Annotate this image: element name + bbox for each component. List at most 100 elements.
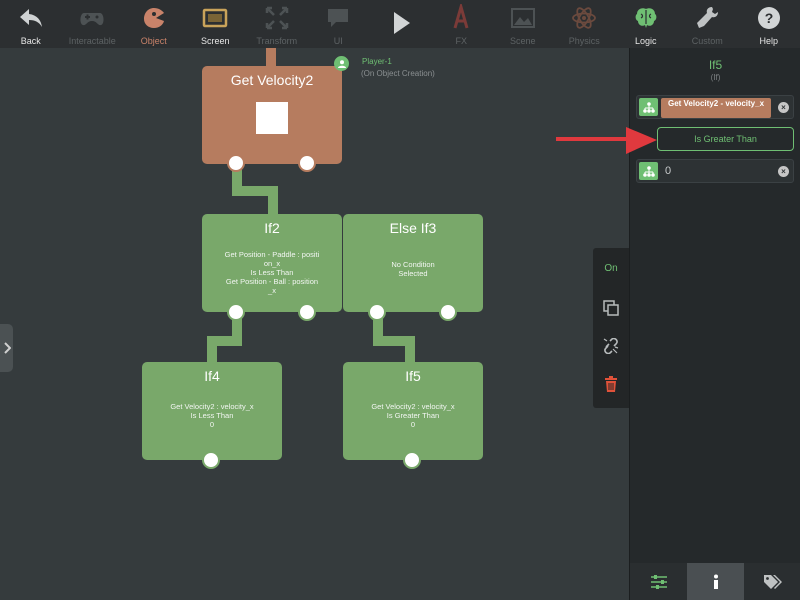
toolbar-help-button[interactable]: ? Help xyxy=(738,0,800,48)
toolbar-physics-button[interactable]: Physics xyxy=(554,0,616,48)
toolbar-screen-label: Screen xyxy=(200,36,230,46)
annotation-arrow xyxy=(556,127,657,154)
logic-canvas[interactable]: Get Velocity2 Player-1 (On Object Creati… xyxy=(0,48,630,600)
info-icon xyxy=(713,574,718,589)
toolbar-back-label: Back xyxy=(20,36,41,46)
toolbar-fx-label: FX xyxy=(455,36,467,46)
toolbar-physics-label: Physics xyxy=(568,36,600,46)
wrench-icon xyxy=(697,7,719,28)
node-if2-cond-line: Get Position - Paddle : positi xyxy=(224,250,320,259)
wire-velocity-to-if2-v xyxy=(268,186,278,214)
node-if2-condition: Get Position - Paddle : positi on_x Is L… xyxy=(202,250,342,295)
node-if2-cond-line: Is Less Than xyxy=(250,268,294,277)
back-arrow-icon xyxy=(19,9,42,27)
node-if5-cond-line: Is Greater Than xyxy=(386,411,440,420)
toolbar-transform-label: Transform xyxy=(256,36,298,46)
unlink-button[interactable] xyxy=(593,336,629,356)
node-elseif3-title: Else If3 xyxy=(389,220,437,236)
node-if5-cond-line: 0 xyxy=(410,420,416,429)
condition-input-a[interactable]: Get Velocity2 - velocity_x × xyxy=(636,95,794,119)
speech-bubble-icon xyxy=(328,9,349,27)
toolbar-logic-button[interactable]: Logic xyxy=(615,0,677,48)
landscape-icon xyxy=(510,8,535,28)
inspector-tabs xyxy=(630,563,800,600)
node-if4-title: If4 xyxy=(204,368,220,384)
node-if5-cond-line: Get Velocity2 : velocity_x xyxy=(371,402,455,411)
duplicate-button[interactable] xyxy=(593,298,629,318)
trash-icon xyxy=(605,376,617,392)
pacman-icon xyxy=(143,8,164,28)
svg-text:?: ? xyxy=(764,10,773,26)
toolbar-help-label: Help xyxy=(759,36,778,46)
node-elseif3-condition: No Condition Selected xyxy=(343,260,483,278)
tab-settings[interactable] xyxy=(630,563,687,600)
node-elseif3-port-right[interactable] xyxy=(439,303,457,321)
clear-input-a-button[interactable]: × xyxy=(778,102,789,113)
toolbar-fx-button[interactable]: FX xyxy=(431,0,493,48)
left-drawer-handle[interactable] xyxy=(0,324,13,372)
node-if2-port-right[interactable] xyxy=(298,303,316,321)
sliders-icon xyxy=(650,574,667,589)
toolbar-interactable-button[interactable]: Interactable xyxy=(62,0,124,48)
node-get-velocity2[interactable]: Get Velocity2 xyxy=(202,66,342,172)
toolbar-ui-label: UI xyxy=(333,36,343,46)
toggle-on-button[interactable]: On xyxy=(593,260,629,276)
gamepad-icon xyxy=(80,13,104,26)
node-if4-condition: Get Velocity2 : velocity_x Is Less Than … xyxy=(142,402,282,429)
toolbar-custom-button[interactable]: Custom xyxy=(677,0,739,48)
operator-label: Is Greater Than xyxy=(694,134,757,144)
node-if5[interactable]: If5 Get Velocity2 : velocity_x Is Greate… xyxy=(343,362,483,469)
node-if2-cond-line: Get Position - Ball : position xyxy=(225,277,319,286)
node-get-velocity2-port-right[interactable] xyxy=(298,154,316,172)
node-if4-cond-line: 0 xyxy=(209,420,215,429)
inspector-title: If5 xyxy=(708,58,723,72)
condition-input-b[interactable]: 0 × xyxy=(636,159,794,183)
toolbar-object-label: Object xyxy=(140,36,167,46)
unlink-icon xyxy=(603,338,619,354)
toolbar-scene-label: Scene xyxy=(509,36,536,46)
clear-input-b-button[interactable]: × xyxy=(778,166,789,177)
node-elseif3-port-left[interactable] xyxy=(368,303,386,321)
toolbar-object-button[interactable]: Object xyxy=(123,0,185,48)
delete-button[interactable] xyxy=(593,374,629,394)
node-get-velocity2-title: Get Velocity2 xyxy=(230,72,314,88)
node-actions-bar: On xyxy=(593,248,629,408)
tab-info[interactable] xyxy=(687,563,744,600)
brain-icon xyxy=(635,8,657,28)
toolbar-back-button[interactable]: Back xyxy=(0,0,62,48)
operator-button[interactable]: Is Greater Than xyxy=(657,127,794,151)
hierarchy-icon xyxy=(639,98,658,116)
help-icon: ? xyxy=(757,7,780,29)
wire-elseif3-to-if5-v2 xyxy=(405,336,415,364)
node-elseif3-cond-line: No Condition xyxy=(391,260,435,269)
node-if2-cond-line: _x xyxy=(268,286,276,295)
hierarchy-icon xyxy=(639,162,658,180)
node-if2[interactable]: If2 Get Position - Paddle : positi on_x … xyxy=(202,214,342,321)
toolbar-scene-button[interactable]: Scene xyxy=(492,0,554,48)
player-avatar-icon xyxy=(337,59,346,68)
node-if5-condition: Get Velocity2 : velocity_x Is Greater Th… xyxy=(343,402,483,429)
screen-icon xyxy=(203,8,228,28)
toggle-on-label: On xyxy=(604,262,618,274)
tab-tags[interactable] xyxy=(744,563,800,600)
player-name: Player-1 xyxy=(362,57,392,66)
node-if5-port[interactable] xyxy=(403,451,421,469)
inspector-subtitle: (If) xyxy=(710,73,721,82)
toolbar-custom-label: Custom xyxy=(691,36,723,46)
toolbar-ui-button[interactable]: UI xyxy=(308,0,370,48)
node-elseif3[interactable]: Else If3 No Condition Selected xyxy=(343,214,483,321)
toolbar-screen-button[interactable]: Screen xyxy=(185,0,247,48)
node-get-velocity2-port-left[interactable] xyxy=(227,154,245,172)
node-if4[interactable]: If4 Get Velocity2 : velocity_x Is Less T… xyxy=(142,362,282,469)
transform-icon xyxy=(265,6,288,30)
toolbar-transform-button[interactable]: Transform xyxy=(246,0,308,48)
node-if2-port-left[interactable] xyxy=(227,303,245,321)
wire-if2-to-if4-v2 xyxy=(207,336,217,364)
app-root: Back Interactable Object Screen Transfor… xyxy=(0,0,800,600)
toolbar-interactable-label: Interactable xyxy=(68,36,116,46)
node-if2-title: If2 xyxy=(264,220,280,236)
player-trigger: (On Object Creation) xyxy=(361,69,435,78)
toolbar-play-button[interactable] xyxy=(369,0,431,48)
toolbar-logic-label: Logic xyxy=(634,36,657,46)
node-if4-port[interactable] xyxy=(202,451,220,469)
